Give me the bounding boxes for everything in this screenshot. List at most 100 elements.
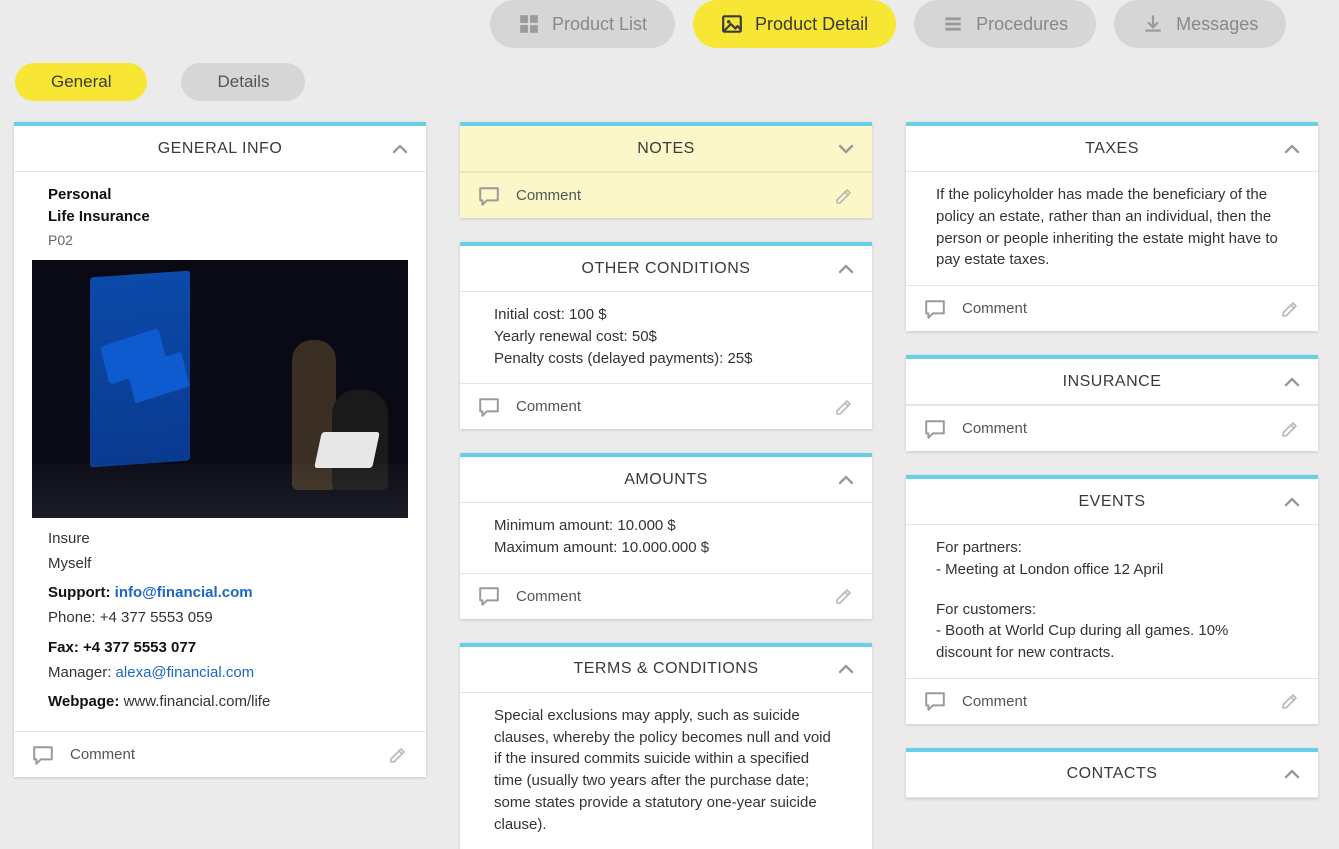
chevron-down-icon	[836, 139, 856, 159]
chevron-up-icon	[836, 259, 856, 279]
gi-company-1: Insure	[48, 528, 392, 550]
top-tabs: Product List Product Detail Procedures M…	[490, 0, 1286, 48]
edit-icon[interactable]	[388, 745, 408, 765]
comment-label: Comment	[962, 420, 1027, 437]
comment-label: Comment	[516, 398, 581, 415]
grid-icon	[518, 13, 540, 35]
chevron-up-icon	[1282, 492, 1302, 512]
card-insurance: INSURANCE Comment	[906, 355, 1318, 451]
card-header[interactable]: INSURANCE	[906, 359, 1318, 405]
comment-label: Comment	[962, 300, 1027, 317]
comment-row[interactable]: Comment	[906, 678, 1318, 724]
tab-label: Procedures	[976, 14, 1068, 35]
card-title: EVENTS	[1078, 493, 1145, 511]
chevron-up-icon	[1282, 139, 1302, 159]
tab-label: Messages	[1176, 14, 1258, 35]
card-title: OTHER CONDITIONS	[582, 260, 751, 278]
card-title: TERMS & CONDITIONS	[573, 660, 758, 678]
tab-procedures[interactable]: Procedures	[914, 0, 1096, 48]
image-icon	[721, 13, 743, 35]
comment-icon	[924, 298, 946, 320]
events-p2b: - Booth at World Cup during all games. 1…	[936, 620, 1288, 664]
subtab-general[interactable]: General	[15, 63, 147, 101]
card-general-info: GENERAL INFO Personal Life Insurance P02…	[14, 122, 426, 777]
chevron-up-icon	[390, 139, 410, 159]
events-p1: For partners:	[936, 537, 1288, 559]
chevron-up-icon	[836, 659, 856, 679]
tab-messages[interactable]: Messages	[1114, 0, 1286, 48]
comment-label: Comment	[70, 746, 135, 763]
gi-support-label: Support:	[48, 584, 110, 601]
gi-manager-label: Manager:	[48, 664, 111, 681]
gi-code: P02	[48, 230, 392, 250]
gi-manager-email[interactable]: alexa@financial.com	[116, 664, 255, 681]
gi-webpage: www.financial.com/life	[124, 693, 271, 710]
card-header[interactable]: OTHER CONDITIONS	[460, 246, 872, 292]
card-header[interactable]: CONTACTS	[906, 752, 1318, 798]
edit-icon[interactable]	[1280, 691, 1300, 711]
sub-tabs: General Details	[15, 63, 305, 101]
card-title: GENERAL INFO	[158, 140, 283, 158]
chevron-up-icon	[1282, 372, 1302, 392]
card-header[interactable]: EVENTS	[906, 479, 1318, 525]
comment-icon	[924, 418, 946, 440]
card-title: AMOUNTS	[624, 471, 708, 489]
am-line1: Minimum amount: 10.000 $	[494, 515, 838, 537]
card-header[interactable]: NOTES	[460, 126, 872, 172]
card-events: EVENTS For partners: - Meeting at London…	[906, 475, 1318, 724]
comment-row[interactable]: Comment	[906, 285, 1318, 331]
comment-row[interactable]: Comment	[906, 405, 1318, 451]
column-3: TAXES If the policyholder has made the b…	[906, 122, 1318, 849]
card-title: TAXES	[1085, 140, 1139, 158]
gi-product-image	[32, 260, 408, 518]
card-contacts: CONTACTS	[906, 748, 1318, 798]
comment-row[interactable]: Comment	[460, 383, 872, 429]
gi-company-2: Myself	[48, 553, 392, 575]
subtab-details[interactable]: Details	[181, 63, 305, 101]
comment-icon	[478, 185, 500, 207]
events-p1b: - Meeting at London office 12 April	[936, 559, 1288, 581]
tab-label: Product List	[552, 14, 647, 35]
gi-category: Personal	[48, 184, 392, 206]
comment-row[interactable]: Comment	[14, 731, 426, 777]
card-title: NOTES	[637, 140, 695, 158]
comment-row[interactable]: Comment	[460, 172, 872, 218]
card-notes: NOTES Comment	[460, 122, 872, 218]
edit-icon[interactable]	[834, 586, 854, 606]
column-1: GENERAL INFO Personal Life Insurance P02…	[14, 122, 426, 849]
tab-product-detail[interactable]: Product Detail	[693, 0, 896, 48]
card-title: CONTACTS	[1067, 765, 1158, 783]
gi-fax: +4 377 5553 077	[83, 639, 196, 656]
terms-body: Special exclusions may apply, such as su…	[494, 705, 838, 836]
taxes-body: If the policyholder has made the benefic…	[936, 184, 1288, 271]
oc-line1: Initial cost: 100 $	[494, 304, 838, 326]
comment-label: Comment	[516, 588, 581, 605]
download-icon	[1142, 13, 1164, 35]
chevron-up-icon	[836, 470, 856, 490]
comment-icon	[478, 396, 500, 418]
card-header[interactable]: TAXES	[906, 126, 1318, 172]
edit-icon[interactable]	[834, 186, 854, 206]
gi-fax-label: Fax:	[48, 639, 79, 656]
gi-product: Life Insurance	[48, 206, 392, 228]
tab-label: Product Detail	[755, 14, 868, 35]
subtab-label: Details	[217, 72, 269, 92]
edit-icon[interactable]	[834, 397, 854, 417]
card-header[interactable]: GENERAL INFO	[14, 126, 426, 172]
comment-icon	[32, 744, 54, 766]
card-terms: TERMS & CONDITIONS Special exclusions ma…	[460, 643, 872, 849]
edit-icon[interactable]	[1280, 299, 1300, 319]
gi-phone-label: Phone:	[48, 609, 96, 626]
card-title: INSURANCE	[1063, 373, 1162, 391]
card-amounts: AMOUNTS Minimum amount: 10.000 $ Maximum…	[460, 453, 872, 619]
tab-product-list[interactable]: Product List	[490, 0, 675, 48]
card-header[interactable]: TERMS & CONDITIONS	[460, 647, 872, 693]
card-other-conditions: OTHER CONDITIONS Initial cost: 100 $ Yea…	[460, 242, 872, 429]
card-header[interactable]: AMOUNTS	[460, 457, 872, 503]
gi-support-email[interactable]: info@financial.com	[115, 584, 253, 601]
comment-row[interactable]: Comment	[460, 573, 872, 619]
content-columns: GENERAL INFO Personal Life Insurance P02…	[14, 122, 1318, 849]
chevron-up-icon	[1282, 764, 1302, 784]
edit-icon[interactable]	[1280, 419, 1300, 439]
gi-phone: +4 377 5553 059	[100, 609, 213, 626]
